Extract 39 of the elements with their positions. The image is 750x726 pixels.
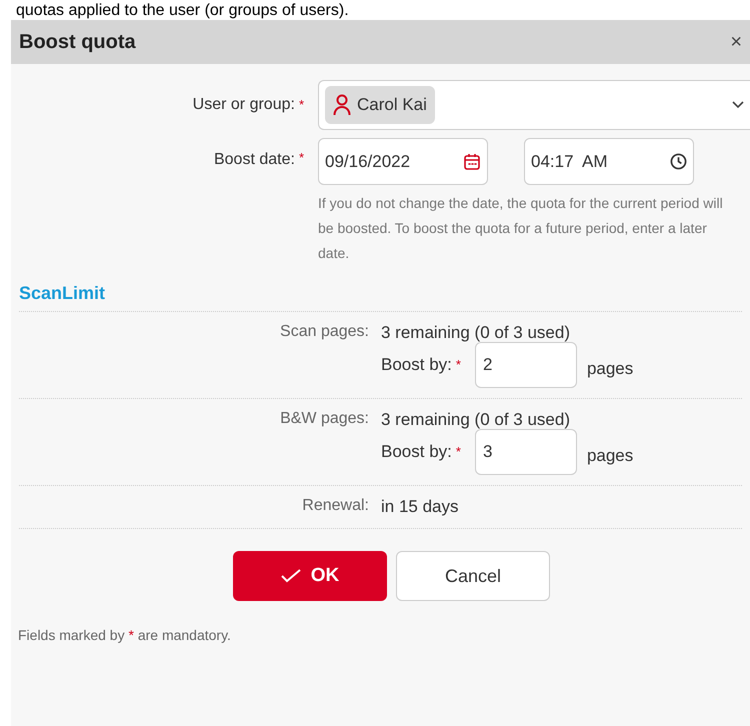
row-label: Renewal: [302,497,369,514]
ok-button[interactable]: OK [233,551,387,601]
required-mark: * [298,149,304,167]
field-label: Boost date: [214,150,295,170]
required-mark: * [298,96,304,114]
unit-label: pages [586,358,634,380]
boost-label: Boost by: [381,354,452,376]
section-title: ScanLimit [19,280,742,312]
row-label: B&W pages: [280,410,369,427]
field-label: User or group: [192,95,295,115]
row-value: 3 remaining (0 of 3 used) [381,323,570,342]
boost-value: 3 [482,441,492,464]
person-icon [333,94,351,116]
check-icon [280,569,301,583]
required-mark: * [456,443,461,462]
time-field[interactable]: 04:17 AM [524,138,694,185]
clock-icon [670,153,687,170]
date-value: 09/16/2022 [325,150,410,173]
boost-field[interactable]: 3 [474,429,577,475]
boost-value: 2 [482,354,492,376]
row-label: Scan pages: [280,323,369,340]
user-name: Carol Kai [357,94,427,116]
dialog-title: Boost quota [19,30,136,55]
calendar-icon [463,152,481,170]
required-mark: * [456,356,461,374]
cancel-button[interactable]: Cancel [396,551,550,601]
time-value: 04:17 AM [531,150,608,173]
row-value: in 15 days [381,497,458,516]
user-select[interactable]: Carol Kai [318,80,750,130]
boost-label: Boost by: [381,441,452,464]
row-value: 3 remaining (0 of 3 used) [381,410,570,429]
footer-note: Fields marked by * are mandatory. [17,626,232,645]
boost-field[interactable]: 2 [474,342,577,388]
page-text: quotas applied to the user (or groups of users). [16,2,349,20]
chevron-down-icon [732,101,744,109]
unit-label: pages [586,445,634,468]
date-field[interactable]: 09/16/2022 [318,138,488,185]
close-button[interactable]: × [730,32,742,52]
date-hint: If you do not change the date, the quota for the current period will be boosted. To boost the quota for a future period, enter a later date. [318,194,724,263]
